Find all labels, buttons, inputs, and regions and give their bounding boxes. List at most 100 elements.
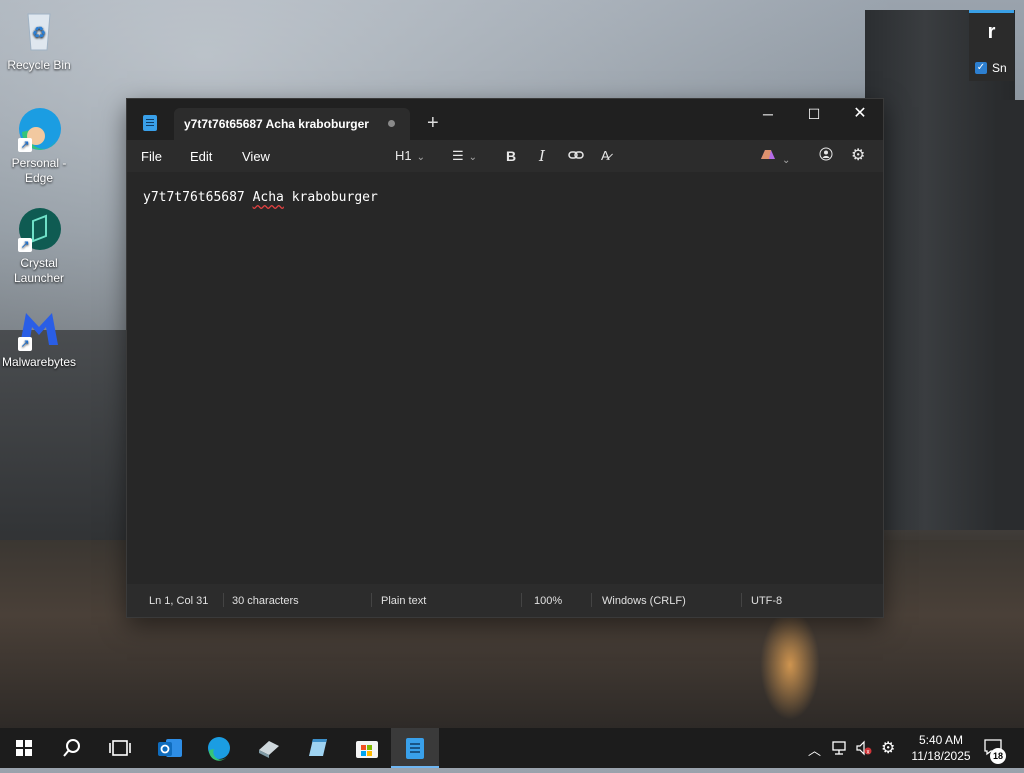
status-format[interactable]: Plain text (381, 595, 426, 607)
widget-option[interactable]: ✓ Sn (975, 61, 1007, 75)
task-view-icon (109, 740, 131, 756)
maximize-button[interactable]: ☐ (791, 99, 837, 129)
desktop-icon-label: Personal - Edge (11, 156, 67, 185)
chevron-up-icon: ︿ (808, 743, 822, 758)
list-dropdown[interactable]: ☰ ⌄ (452, 147, 477, 165)
desktop-icon-label: Crystal Launcher (13, 256, 65, 285)
store-icon (356, 741, 378, 758)
start-button[interactable] (0, 728, 48, 768)
menu-edit[interactable]: Edit (190, 149, 212, 164)
network-button[interactable] (831, 740, 849, 759)
status-divider (521, 593, 522, 607)
unsaved-dot-icon[interactable] (388, 120, 395, 127)
mini-widget[interactable]: r ✓ Sn (969, 10, 1014, 81)
taskbar-outlook[interactable] (146, 728, 194, 768)
menu-file[interactable]: File (141, 149, 162, 164)
search-button[interactable] (48, 728, 96, 768)
heading-label: H1 (395, 148, 412, 163)
new-tab-button[interactable]: + (427, 113, 439, 133)
shortcut-arrow-icon: ↗ (18, 238, 32, 252)
taskbar-crystal-launcher[interactable] (245, 728, 293, 768)
desktop-icon-crystal-launcher[interactable]: ↗ Crystal Launcher (1, 206, 77, 286)
list-icon: ☰ (452, 148, 464, 163)
show-hidden-icons-button[interactable]: ︿ (808, 740, 821, 759)
close-button[interactable]: ✕ (837, 99, 883, 129)
chevron-down-icon: ⌄ (782, 155, 791, 166)
shortcut-arrow-icon: ↗ (18, 138, 32, 152)
link-button[interactable] (568, 147, 584, 165)
notepad-alt-icon (309, 739, 327, 756)
volume-button[interactable]: x (855, 740, 873, 759)
wallpaper-tower-side (995, 100, 1024, 530)
volume-muted-icon: x (856, 740, 872, 756)
svg-text:♻: ♻ (32, 25, 46, 42)
clear-formatting-button[interactable]: A̷ (601, 147, 610, 165)
document-tab[interactable]: y7t7t76t65687 Acha kraboburger (174, 108, 410, 140)
title-bar[interactable]: y7t7t76t65687 Acha kraboburger + ─ ☐ ✕ (127, 99, 883, 140)
widget-letter: r (987, 21, 996, 43)
tab-title: y7t7t76t65687 Acha kraboburger (184, 117, 369, 131)
notepad-app-icon (143, 115, 157, 131)
copilot-dropdown[interactable]: ⌄ (759, 147, 791, 166)
crystal-launcher-icon: ↗ (16, 206, 62, 252)
clear-formatting-icon: A̷ (601, 148, 610, 163)
status-divider (371, 593, 372, 607)
status-line-ending[interactable]: Windows (CRLF) (602, 595, 686, 607)
text-editor[interactable]: y7t7t76t65687 Acha kraboburger (127, 172, 883, 584)
svg-text:x: x (867, 750, 870, 756)
desktop-icon-label: Malwarebytes (1, 355, 77, 369)
settings-tray-button[interactable]: ⚙ (881, 738, 895, 758)
outlook-icon (158, 739, 182, 757)
desktop-icon-edge[interactable]: ↗ Personal - Edge (1, 106, 77, 186)
status-divider (223, 593, 224, 607)
notepad-window: y7t7t76t65687 Acha kraboburger + ─ ☐ ✕ F… (127, 99, 883, 617)
settings-button[interactable]: ⚙ (851, 147, 865, 165)
status-encoding[interactable]: UTF-8 (751, 595, 782, 607)
menu-bar: File Edit View H1 ⌄ ☰ ⌄ B I A̷ ⌄ ⚙ (127, 140, 883, 172)
chevron-down-icon: ⌄ (468, 152, 478, 163)
task-view-button[interactable] (96, 728, 144, 768)
status-bar: Ln 1, Col 31 30 characters Plain text 10… (127, 584, 883, 617)
edge-icon: ↗ (16, 106, 62, 152)
checkbox-checked-icon[interactable]: ✓ (975, 62, 987, 74)
desktop-icon-malwarebytes[interactable]: ↗ Malwarebytes (1, 305, 77, 370)
status-divider (591, 593, 592, 607)
bold-button[interactable]: B (506, 147, 516, 165)
desktop-icon-recycle-bin[interactable]: ♻ Recycle Bin (1, 8, 77, 73)
search-icon (63, 739, 80, 757)
taskbar-clock[interactable]: 5:40 AM 11/18/2025 (905, 732, 977, 764)
taskbar-notepad-alt[interactable] (294, 728, 342, 768)
gear-icon: ⚙ (851, 147, 866, 164)
edge-icon (208, 737, 230, 761)
recycle-bin-icon: ♻ (16, 8, 62, 54)
clock-time: 5:40 AM (918, 733, 964, 747)
taskbar-store[interactable] (343, 728, 391, 768)
account-button[interactable] (819, 147, 833, 165)
taskbar: ︿ x ⚙ 5:40 AM 11/18/2025 18 (0, 728, 1024, 768)
chevron-down-icon: ⌄ (416, 152, 426, 163)
italic-button[interactable]: I (539, 147, 545, 165)
menu-view[interactable]: View (242, 149, 270, 164)
network-icon (832, 741, 846, 755)
crystal-launcher-icon (259, 741, 279, 758)
account-icon (819, 147, 833, 161)
heading-dropdown[interactable]: H1 ⌄ (395, 147, 425, 165)
widget-label: Sn (992, 61, 1007, 75)
clock-date: 11/18/2025 (911, 749, 971, 763)
text-segment: kraboburger (283, 190, 378, 205)
desktop-icon-label: Recycle Bin (7, 58, 71, 72)
status-divider (741, 593, 742, 607)
text-segment: y7t7t76t65687 (143, 190, 253, 205)
status-zoom[interactable]: 100% (534, 595, 562, 607)
start-icon (16, 740, 32, 756)
taskbar-notepad[interactable] (391, 728, 439, 768)
shortcut-arrow-icon: ↗ (18, 337, 32, 351)
editor-content: y7t7t76t65687 Acha kraboburger (143, 190, 378, 205)
status-character-count: 30 characters (232, 595, 299, 607)
minimize-button[interactable]: ─ (745, 99, 791, 129)
taskbar-edge[interactable] (195, 728, 243, 768)
wallpaper-tower (865, 10, 1015, 530)
misspelled-word[interactable]: Acha (253, 190, 284, 205)
status-cursor-position: Ln 1, Col 31 (149, 595, 209, 607)
notification-count-badge: 18 (990, 748, 1006, 764)
